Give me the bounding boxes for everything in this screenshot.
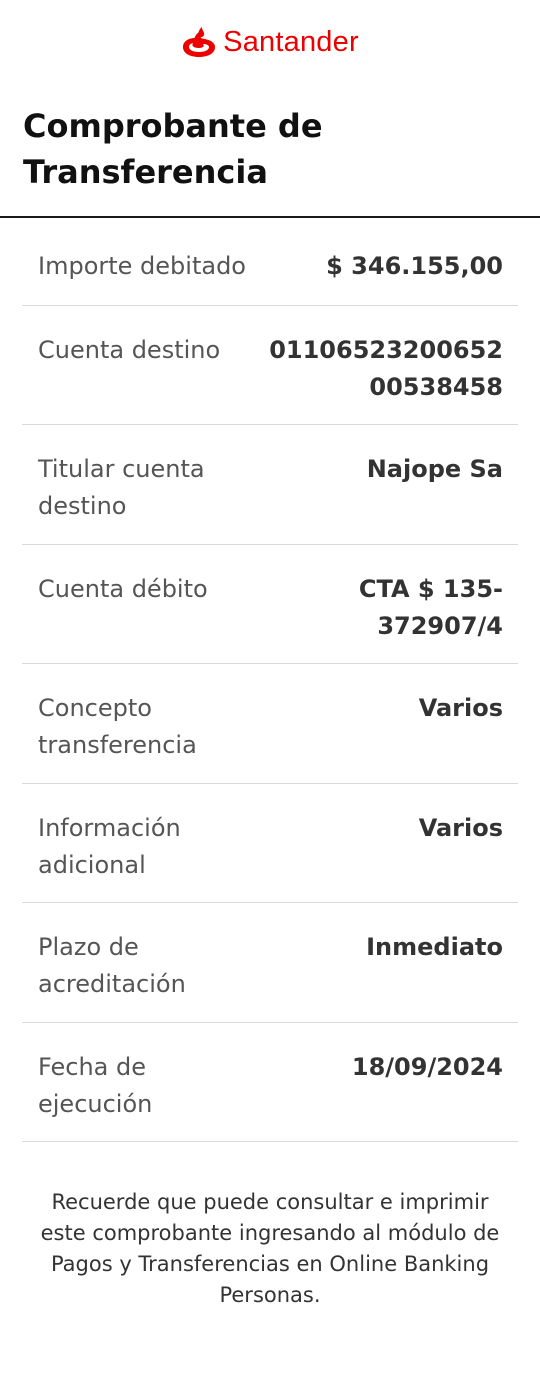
transfer-details: Importe debitado $ 346.155,00 Cuenta des… (22, 218, 518, 1142)
santander-flame-icon (183, 27, 216, 57)
detail-label: Cuenta destino (38, 336, 221, 364)
detail-row-plazo: Plazo de acreditación Inmediato (22, 903, 518, 1023)
detail-label: Titular cuenta destino (38, 455, 205, 520)
footer-note: Recuerde que puede consultar e imprimir … (40, 1190, 500, 1307)
detail-label: Concepto transferencia (38, 694, 197, 759)
detail-row-informacion: Información adicional Varios (22, 784, 518, 903)
detail-row-cuenta-debito: Cuenta débito CTA $ 135-372907/4 (22, 545, 518, 664)
detail-value: 18/09/2024 (351, 1053, 503, 1081)
detail-label: Plazo de acreditación (38, 933, 186, 998)
detail-row-fecha: Fecha de ejecución 18/09/2024 (22, 1023, 518, 1142)
detail-row-titular: Titular cuenta destino Najope Sa (22, 425, 518, 545)
detail-row-importe: Importe debitado $ 346.155,00 (22, 218, 518, 306)
page-title: Comprobante de Transferencia (23, 107, 323, 191)
detail-value: Varios (418, 694, 503, 722)
detail-label: Cuenta débito (38, 575, 208, 603)
detail-value: Inmediato (366, 933, 503, 961)
detail-value: Varios (418, 814, 503, 842)
detail-value: 0110652320065200538458 (269, 336, 503, 401)
detail-label: Importe debitado (38, 252, 246, 280)
brand-name: Santander (223, 25, 359, 58)
header: Santander (0, 22, 540, 62)
detail-label: Fecha de ejecución (38, 1053, 153, 1118)
detail-row-concepto: Concepto transferencia Varios (22, 664, 518, 784)
detail-value: Najope Sa (366, 455, 503, 483)
brand-logo: Santander (181, 25, 359, 59)
detail-row-cuenta-destino: Cuenta destino 0110652320065200538458 (22, 306, 518, 425)
detail-value: CTA $ 135-372907/4 (358, 575, 503, 640)
detail-label: Información adicional (38, 814, 181, 879)
detail-value: $ 346.155,00 (326, 252, 503, 280)
